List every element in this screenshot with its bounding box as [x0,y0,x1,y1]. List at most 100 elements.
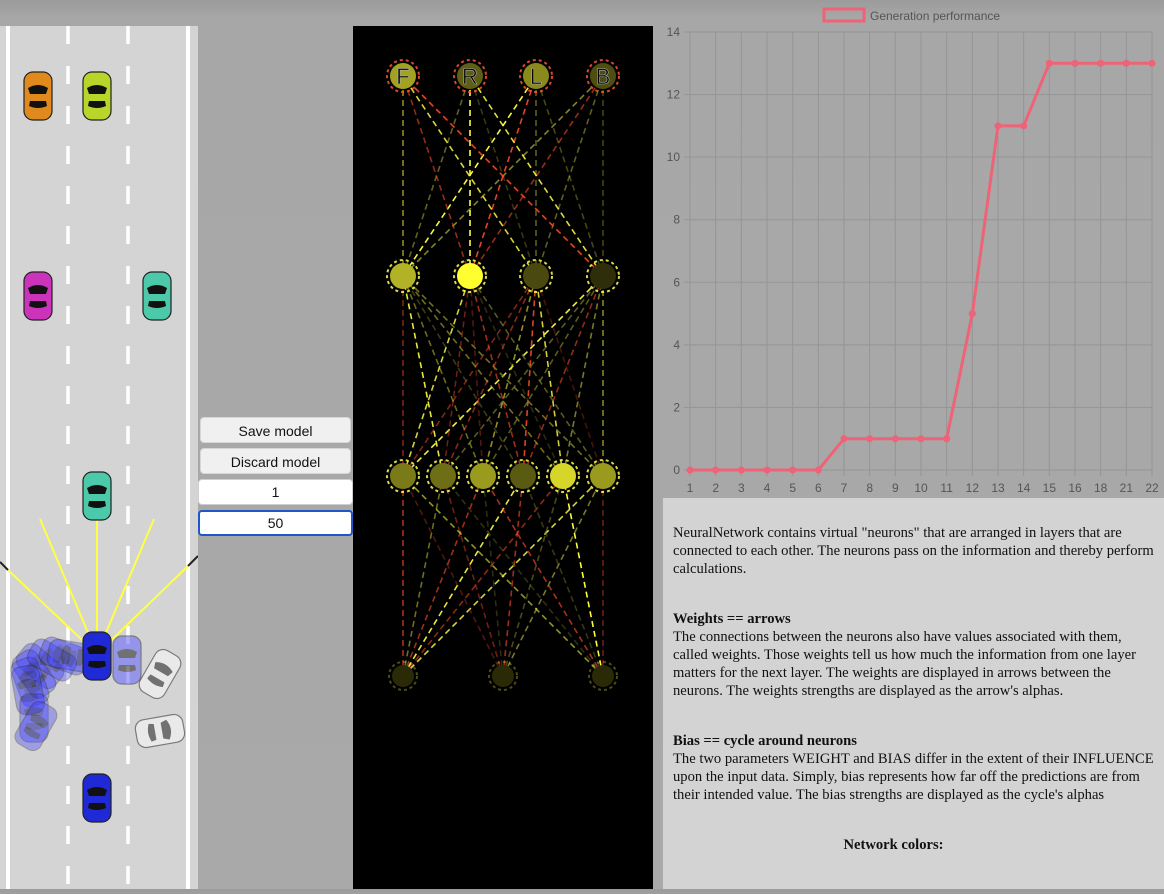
output-label: B [596,64,611,89]
neuron [492,665,514,687]
weight-arrow [522,275,604,477]
weight-arrow [402,275,524,477]
neuron [457,263,483,289]
data-point [1045,59,1053,67]
network-colors-heading: Network colors: [843,837,944,853]
weight-arrows [402,75,604,677]
data-point [1148,59,1156,67]
data-point [814,466,822,474]
neuron [430,463,456,489]
x-tick-label: 18 [1094,481,1108,495]
weights-heading: Weights == arrows [673,611,791,627]
data-point [994,122,1002,130]
data-point [712,466,720,474]
data-point [789,466,797,474]
x-tick-label: 11 [940,481,953,495]
neuron [550,463,576,489]
discard-model-button[interactable]: Discard model [200,448,351,474]
x-tick-label: 16 [1068,481,1082,495]
y-tick-label: 12 [667,88,681,102]
x-tick-label: 4 [764,481,771,495]
traffic-car [82,71,112,121]
bias-section: Bias == cycle around neurons The two par… [673,732,1154,804]
weight-arrow [482,275,604,477]
traffic-car [142,271,172,321]
y-tick-label: 0 [673,463,680,477]
car-count-input[interactable] [198,510,353,536]
weight-arrow [469,275,484,477]
weight-arrow [402,275,484,477]
weight-arrow [402,475,484,677]
weight-arrow [402,475,524,677]
neuron [590,263,616,289]
weight-arrow [502,475,524,677]
y-tick-label: 14 [667,25,681,39]
traffic-car [23,71,53,121]
weight-arrow [482,475,504,677]
performance-chart: 0 2 4 6 8 10 12 14 1 2 3 4 5 6 7 8 9 10 11 12 13 14 15 16 18 21 22… [653,0,1164,498]
data-point [943,435,951,443]
road-simulation [0,26,199,889]
neuron [523,263,549,289]
neuron [392,665,414,687]
weight-arrow [442,475,604,677]
road-surface [0,26,198,889]
network-canvas: FRLB [386,59,620,691]
x-tick-label: 12 [966,481,980,495]
x-tick-label: 5 [789,481,796,495]
weight-arrow [402,275,564,477]
neuron [470,463,496,489]
model-controls: Save model Discard model [198,417,353,541]
x-tick-label: 2 [712,481,719,495]
weight-arrow [522,275,537,477]
data-point [686,466,694,474]
data-point [917,435,925,443]
neuron [390,463,416,489]
x-tick-label: 10 [914,481,928,495]
data-point [1097,59,1105,67]
road-canvas [0,26,199,889]
y-tick-label: 6 [673,275,680,289]
y-tick-label: 10 [667,150,681,164]
data-point [1020,122,1028,130]
data-point [1122,59,1130,67]
bias-heading: Bias == cycle around neurons [673,733,857,749]
neuron [592,665,614,687]
weights-text: The connections between the neurons also… [673,629,1136,699]
weight-arrow [402,475,504,677]
ghost-car [112,635,142,685]
y-tick-label: 8 [673,213,680,227]
network-visualizer: FRLB [353,26,653,889]
x-tick-label: 14 [1017,481,1031,495]
weight-arrow [562,475,604,677]
mutation-input[interactable] [198,479,353,505]
neuron [510,463,536,489]
info-intro: NeuralNetwork contains virtual "neurons"… [673,525,1154,577]
data-point [763,466,771,474]
x-tick-label: 8 [866,481,873,495]
output-label: R [462,64,478,89]
data-point [968,310,976,318]
bias-text: The two parameters WEIGHT and BIAS diffe… [673,751,1154,803]
neuron [390,263,416,289]
output-label: L [530,64,542,89]
data-point [891,435,899,443]
x-tick-label: 6 [815,481,822,495]
chart-grid: 024681012141 2 3 4 5 6 7 8 9 10 11 12 13 14 15 16 18 21 22 [667,25,1159,495]
x-tick-label: 13 [991,481,1005,495]
traffic-car [82,773,112,823]
output-label: F [396,64,409,89]
data-point [840,435,848,443]
y-tick-label: 4 [673,338,680,352]
weight-arrow [402,475,444,677]
weight-arrow [502,475,564,677]
weight-arrow [442,475,504,677]
x-tick-label: 7 [841,481,848,495]
legend-label: Generation performance [870,9,1000,23]
x-tick-label: 9 [892,481,899,495]
x-tick-label: 3 [738,481,745,495]
x-tick-label: 21 [1120,481,1134,495]
data-point [866,435,874,443]
save-model-button[interactable]: Save model [200,417,351,443]
weight-arrow [522,475,604,677]
